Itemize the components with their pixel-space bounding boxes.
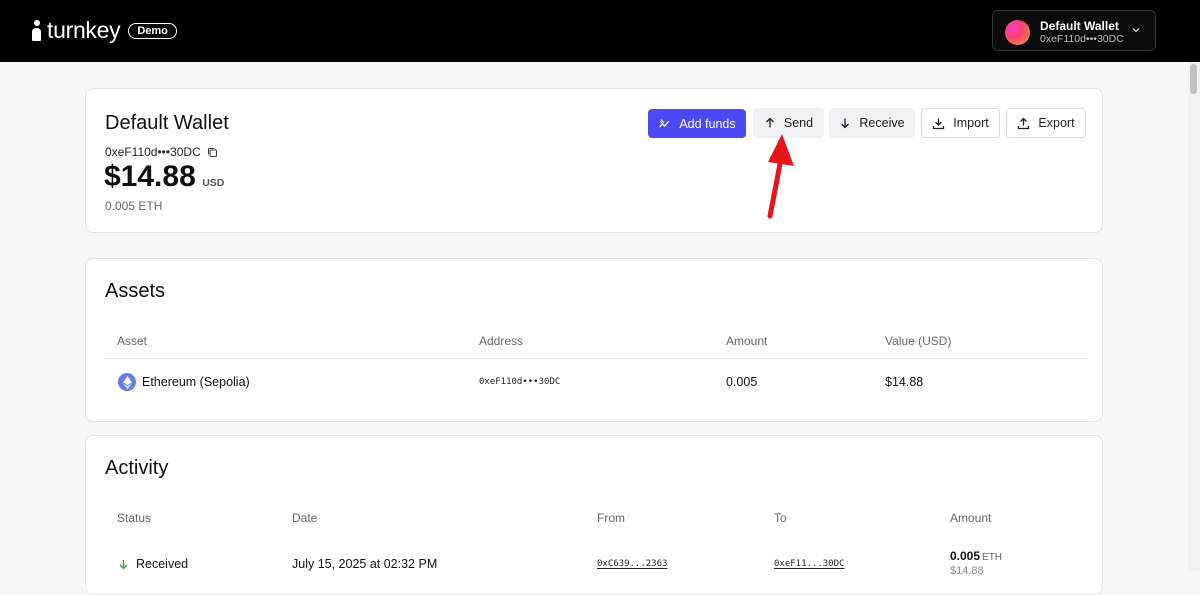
balance-eth: 0.005 ETH [105, 199, 163, 213]
balance-amount: $14.88 [104, 160, 196, 193]
activity-col-status: Status [117, 511, 152, 525]
activity-from-link[interactable]: 0xC639...2363 [597, 559, 667, 569]
top-bar: turnkey Demo Default Wallet 0xeF110d•••3… [0, 0, 1200, 62]
chevron-down-icon [1130, 23, 1142, 41]
assets-col-amount: Amount [726, 334, 768, 348]
activity-status: Received [136, 557, 189, 571]
logo-text: turnkey [47, 17, 121, 43]
page-scrollbar[interactable] [1188, 62, 1200, 571]
arrow-down-received-icon [118, 557, 129, 575]
assets-title: Assets [105, 280, 166, 302]
add-funds-button[interactable]: Add funds [648, 109, 746, 138]
receive-button[interactable]: Receive [829, 108, 915, 138]
assets-header-divider [105, 358, 1087, 359]
arrow-up-icon [765, 117, 774, 128]
wallet-address: 0xeF110d•••30DC [105, 145, 218, 159]
send-label: Send [783, 116, 814, 130]
export-button[interactable]: Export [1006, 108, 1086, 138]
export-label: Export [1038, 116, 1075, 130]
wallet-switcher[interactable]: Default Wallet 0xeF110d•••30DC [992, 10, 1156, 51]
wallet-summary-card: Default Wallet 0xeF110d•••30DC $14.88 US… [85, 88, 1103, 233]
assets-col-value: Value (USD) [885, 334, 952, 348]
balance-unit: USD [202, 177, 225, 189]
activity-amount-usd: $14.88 [950, 565, 984, 577]
add-funds-icon [659, 119, 670, 128]
demo-badge: Demo [128, 22, 177, 39]
wallet-avatar [1005, 20, 1030, 45]
upload-icon [1018, 117, 1030, 129]
asset-amount: 0.005 [726, 375, 758, 389]
activity-col-from: From [597, 511, 625, 525]
activity-amount: 0.005 ETH [950, 549, 1002, 563]
wallet-switcher-address: 0xeF110d•••30DC [1040, 33, 1124, 45]
add-funds-label: Add funds [679, 116, 736, 131]
activity-amount-unit: ETH [982, 552, 1003, 563]
import-button[interactable]: Import [921, 108, 1000, 138]
turnkey-logo[interactable]: turnkey Demo [31, 17, 177, 44]
download-icon [933, 118, 945, 129]
asset-value: $14.88 [885, 375, 924, 389]
activity-card: Activity Status Date From To Amount Rece… [85, 435, 1103, 595]
copy-icon[interactable] [207, 147, 218, 158]
activity-to-link[interactable]: 0xeF11...30DC [774, 559, 844, 569]
wallet-switcher-name: Default Wallet [1040, 19, 1119, 33]
activity-title: Activity [105, 457, 169, 479]
asset-name: Ethereum (Sepolia) [142, 375, 250, 389]
activity-col-to: To [774, 511, 787, 525]
activity-col-date: Date [292, 511, 318, 525]
assets-col-asset: Asset [117, 334, 148, 348]
import-label: Import [953, 116, 989, 130]
assets-col-address: Address [479, 334, 524, 348]
assets-card: Assets Asset Address Amount Value (USD) … [85, 258, 1103, 422]
ethereum-icon [118, 373, 136, 391]
activity-date: July 15, 2025 at 02:32 PM [292, 557, 438, 571]
annotation-arrow-icon [767, 134, 794, 219]
receive-label: Receive [859, 116, 905, 130]
arrow-down-icon [841, 118, 850, 129]
asset-address: 0xeF110d•••30DC [479, 377, 561, 387]
wallet-address-text: 0xeF110d•••30DC [105, 145, 201, 159]
activity-amount-value: 0.005 [950, 549, 981, 563]
scrollbar-thumb[interactable] [1190, 64, 1197, 94]
turnkey-logo-icon [31, 19, 42, 42]
activity-col-amount: Amount [950, 511, 992, 525]
wallet-balance: $14.88 USD [104, 160, 224, 194]
wallet-title: Default Wallet [105, 112, 229, 134]
